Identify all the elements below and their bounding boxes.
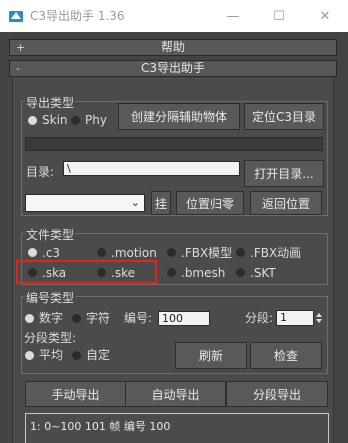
skt-radio[interactable] — [236, 268, 245, 277]
average-label: 平均 — [39, 348, 64, 362]
custom-label: 自定 — [86, 348, 111, 362]
minimize-button[interactable]: — — [210, 0, 256, 32]
highlight-box — [16, 260, 157, 284]
phy-radio[interactable] — [71, 116, 80, 125]
rollout-help[interactable]: + 帮助 — [9, 39, 337, 56]
hang-button[interactable]: 挂 — [151, 191, 171, 215]
chevron-down-icon: ⌄ — [130, 196, 140, 209]
digit-label: 数字 — [39, 311, 64, 325]
check-button[interactable]: 检查 — [250, 342, 322, 369]
auto-export-button[interactable]: 自动导出 — [125, 381, 226, 407]
create-dummy-button[interactable]: 创建分隔辅助物体 — [118, 103, 240, 130]
open-directory-button[interactable]: 打开目录... — [244, 160, 324, 187]
number-type-label: 编号类型 — [25, 291, 76, 305]
refresh-button[interactable]: 刷新 — [175, 342, 247, 369]
segment-export-button[interactable]: 分段导出 — [226, 381, 328, 407]
digit-radio[interactable] — [25, 314, 34, 323]
number-field[interactable]: 100 — [158, 311, 210, 326]
rollout-main-title: C3导出助手 — [140, 61, 205, 75]
close-button[interactable]: ✕ — [302, 0, 348, 32]
spinner-down-icon[interactable] — [316, 319, 322, 323]
fbx-anim-label: .FBX动画 — [250, 246, 302, 260]
segment-spinner[interactable] — [314, 310, 324, 326]
fbx-anim-radio[interactable] — [236, 248, 245, 257]
rollout-help-title: 帮助 — [160, 40, 185, 54]
custom-radio[interactable] — [72, 351, 81, 360]
rollout-main[interactable]: - C3导出助手 — [9, 60, 337, 77]
char-label: 字符 — [86, 311, 111, 325]
file-type-label: 文件类型 — [25, 228, 76, 242]
motion-radio[interactable] — [97, 248, 106, 257]
skin-label: Skin — [42, 113, 68, 127]
directory-label: 目录: — [26, 165, 55, 179]
manual-export-button[interactable]: 手动导出 — [25, 381, 126, 407]
skin-radio[interactable] — [28, 116, 37, 125]
segment-type-label: 分段类型: — [24, 331, 77, 345]
segment-listbox[interactable]: 1: 0~100 101 帧 编号 100 — [25, 413, 329, 443]
maximize-button[interactable]: ☐ — [256, 0, 302, 32]
char-radio[interactable] — [72, 314, 81, 323]
spinner-up-icon[interactable] — [316, 313, 322, 317]
list-item[interactable]: 1: 0~100 101 帧 编号 100 — [30, 418, 170, 434]
bmesh-radio[interactable] — [167, 268, 176, 277]
reset-position-button[interactable]: 位置归零 — [176, 191, 244, 215]
progress-bar — [25, 137, 323, 151]
c3-radio[interactable] — [28, 248, 37, 257]
number-label: 编号: — [124, 311, 153, 325]
target-dropdown[interactable]: ⌄ — [25, 194, 145, 212]
locate-c3-dir-button[interactable]: 定位C3目录 — [244, 103, 324, 130]
segment-count-label: 分段: — [245, 311, 274, 325]
window-title: C3导出助手 1.36 — [30, 9, 125, 23]
average-radio[interactable] — [25, 351, 34, 360]
return-position-button[interactable]: 返回位置 — [250, 191, 322, 215]
skt-label: .SKT — [250, 266, 276, 280]
title-bar: C3导出助手 1.36 — ☐ ✕ — [0, 0, 348, 32]
fbx-model-label: .FBX模型 — [181, 246, 233, 260]
bmesh-label: .bmesh — [181, 266, 226, 280]
c3-label: .c3 — [42, 246, 61, 260]
fbx-model-radio[interactable] — [167, 248, 176, 257]
export-type-label: 导出类型 — [25, 96, 76, 110]
phy-label: Phy — [85, 113, 107, 127]
directory-field[interactable]: \ — [63, 161, 240, 176]
segment-count-field[interactable]: 1 — [276, 310, 314, 326]
motion-label: .motion — [111, 246, 157, 260]
app-icon — [8, 8, 24, 24]
